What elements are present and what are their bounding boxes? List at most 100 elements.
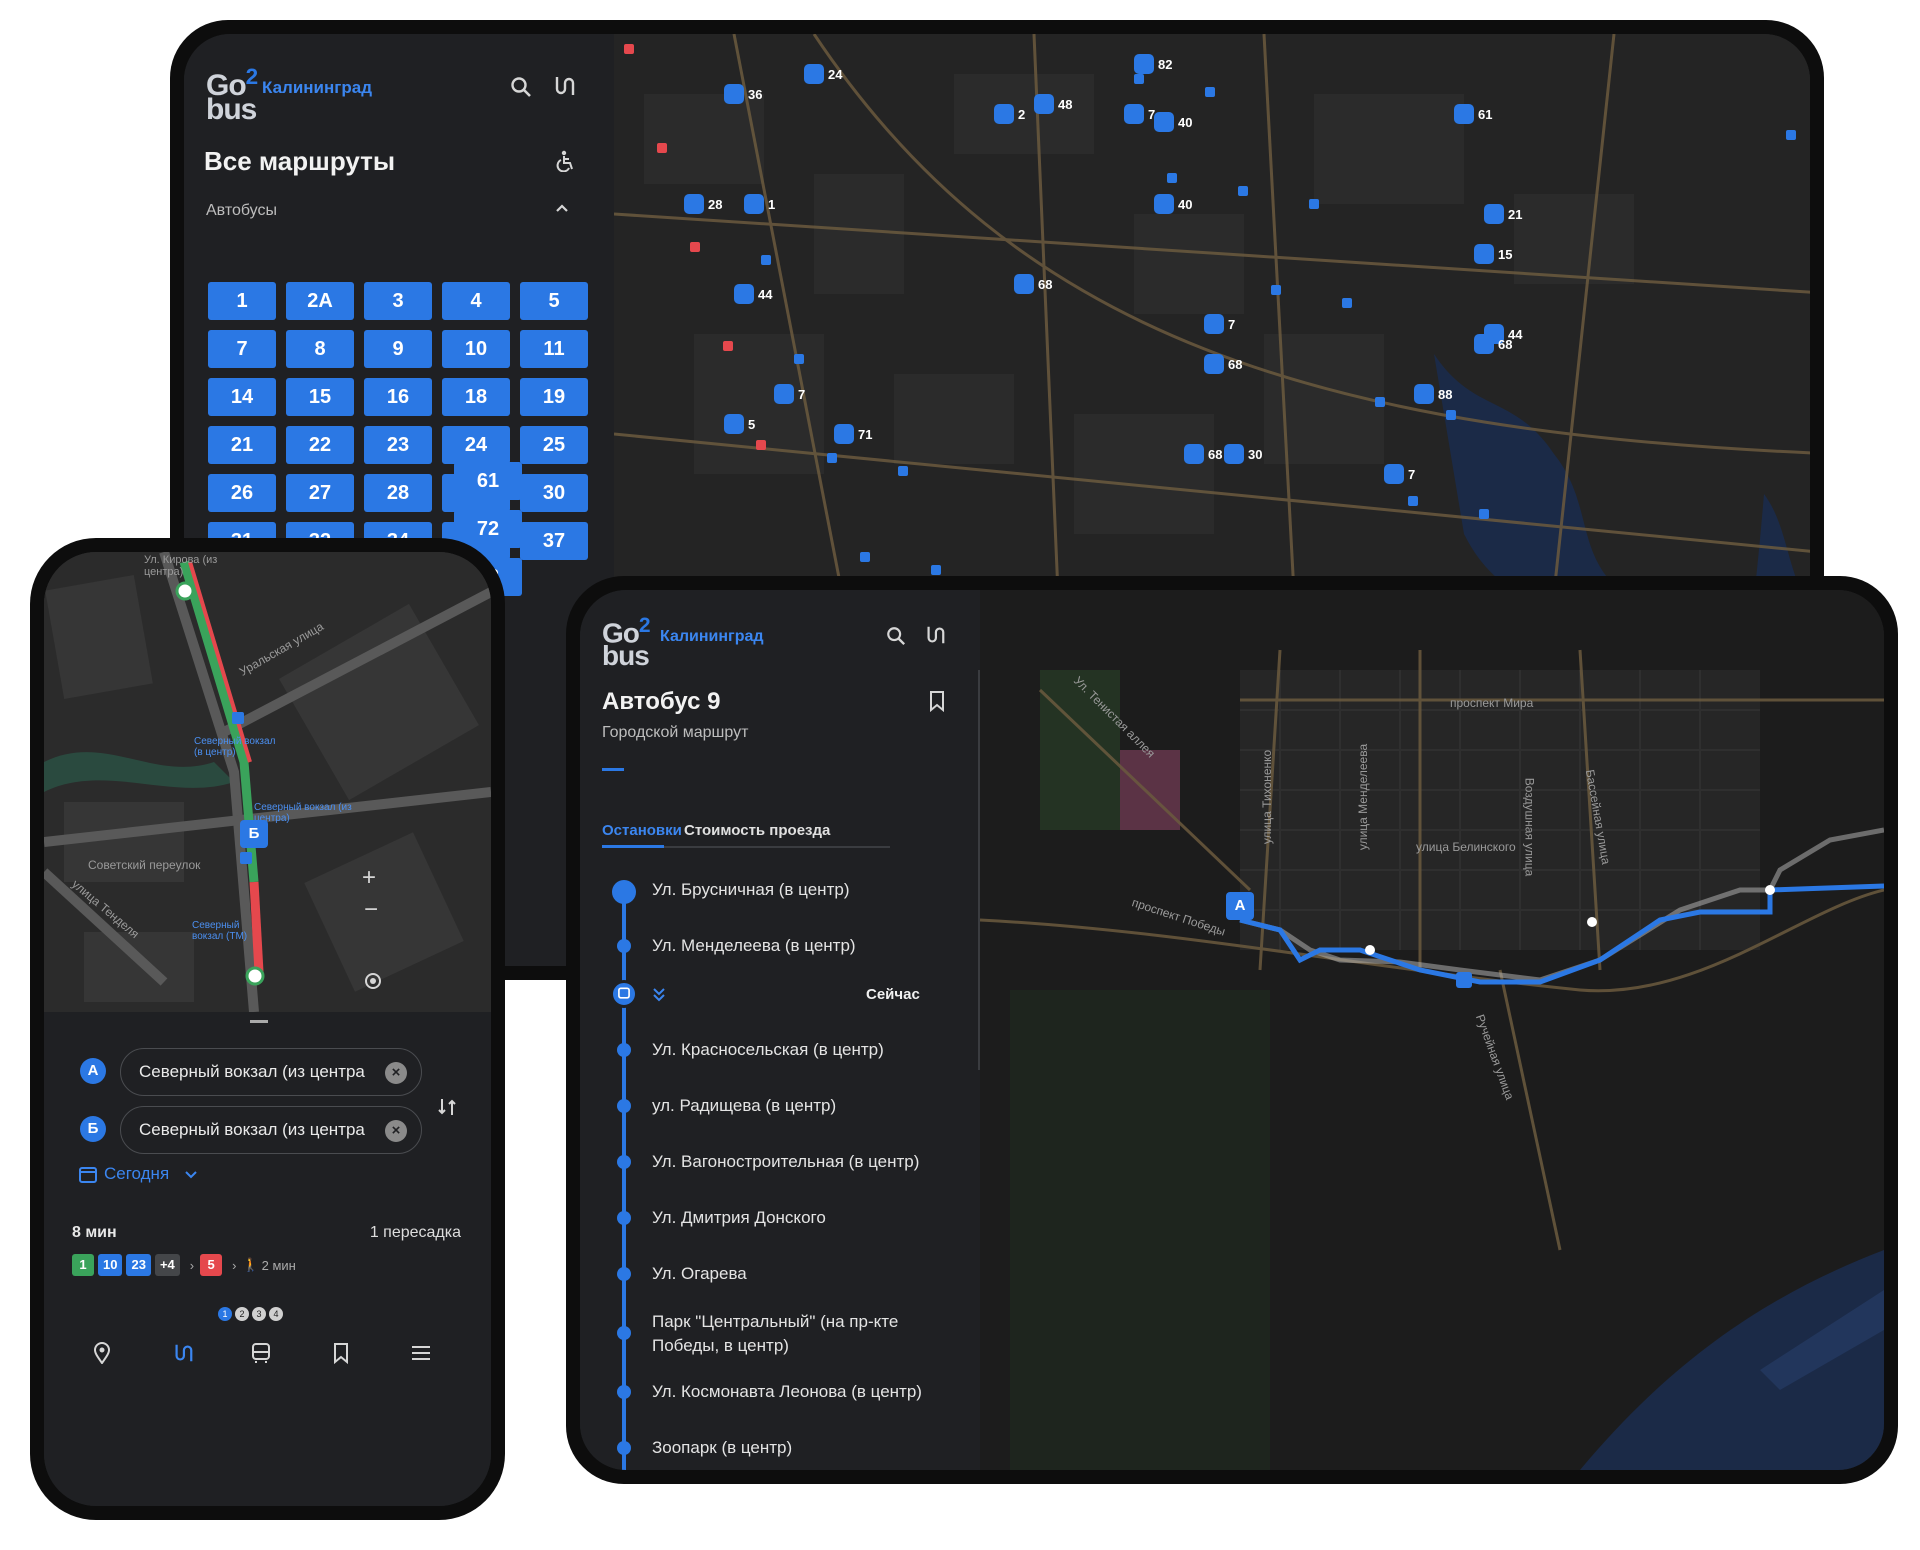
chevron-down-icon[interactable] xyxy=(184,1168,198,1182)
stop-item[interactable]: Ул. Менделеева (в центр) xyxy=(652,934,952,958)
bus-marker[interactable]: 68 xyxy=(1204,354,1242,374)
stop-marker[interactable] xyxy=(657,143,667,153)
bus-marker[interactable]: 15 xyxy=(1474,244,1512,264)
stop-marker[interactable] xyxy=(1408,496,1418,506)
nav-bus-icon[interactable] xyxy=(250,1342,272,1364)
route-button[interactable]: 11 xyxy=(520,330,588,368)
route-button[interactable]: 26 xyxy=(208,474,276,512)
route-button[interactable]: 3 xyxy=(364,282,432,320)
stop-marker[interactable] xyxy=(1375,397,1385,407)
stop-marker[interactable] xyxy=(1167,173,1177,183)
search-icon[interactable] xyxy=(886,626,906,646)
result-pager[interactable]: 1234 xyxy=(218,1304,286,1322)
route-button[interactable]: 10 xyxy=(442,330,510,368)
my-location-icon[interactable] xyxy=(362,970,384,992)
bus-marker[interactable]: 40 xyxy=(1154,112,1192,132)
bus-marker[interactable]: 7 xyxy=(774,384,805,404)
zoom-out-icon[interactable]: − xyxy=(364,896,378,924)
accessibility-icon[interactable] xyxy=(554,150,576,172)
route-button[interactable]: 4 xyxy=(442,282,510,320)
stop-marker[interactable] xyxy=(690,242,700,252)
bus-marker[interactable]: 71 xyxy=(834,424,872,444)
route-button[interactable]: 22 xyxy=(286,426,354,464)
route-planner-icon[interactable] xyxy=(924,624,946,646)
tab-stops[interactable]: Остановки xyxy=(602,822,682,839)
bus-marker[interactable]: 7 xyxy=(1384,464,1415,484)
stop-marker[interactable] xyxy=(1479,509,1489,519)
bus-marker[interactable]: 40 xyxy=(1154,194,1192,214)
stop-item[interactable]: Парк "Центральный" (на пр-кте Победы, в … xyxy=(652,1310,952,1358)
nav-menu-icon[interactable] xyxy=(410,1344,432,1362)
stop-marker[interactable] xyxy=(624,44,634,54)
bus-marker[interactable]: 36 xyxy=(724,84,762,104)
bus-marker[interactable]: 28 xyxy=(684,194,722,214)
expand-chevron-icon[interactable] xyxy=(652,986,666,1002)
stop-item[interactable]: ул. Радищева (в центр) xyxy=(652,1094,952,1118)
stop-item[interactable]: Ул. Огарева xyxy=(652,1262,952,1286)
nav-routes-icon[interactable] xyxy=(172,1342,194,1364)
route-button[interactable]: 18 xyxy=(442,378,510,416)
bus-marker[interactable]: 68 xyxy=(1014,274,1052,294)
route-planner-icon[interactable] xyxy=(552,74,576,98)
bookmark-icon[interactable] xyxy=(928,690,946,712)
pager-dot[interactable]: 2 xyxy=(235,1307,249,1321)
bus-marker[interactable]: 21 xyxy=(1484,204,1522,224)
bus-marker[interactable]: 7 xyxy=(1204,314,1235,334)
stop-marker[interactable] xyxy=(1205,87,1215,97)
bus-marker[interactable]: 48 xyxy=(1034,94,1072,114)
route-button[interactable]: 37 xyxy=(520,522,588,560)
bus-marker[interactable]: 88 xyxy=(1414,384,1452,404)
stop-marker[interactable] xyxy=(827,453,837,463)
city-selector[interactable]: Калининград xyxy=(660,628,764,646)
bus-marker[interactable]: 1 xyxy=(744,194,775,214)
route-button[interactable]: 19 xyxy=(520,378,588,416)
stop-marker[interactable] xyxy=(1238,186,1248,196)
bus-marker[interactable]: 68 xyxy=(1474,334,1512,354)
bus-marker[interactable]: 61 xyxy=(1454,104,1492,124)
stop-item[interactable]: Ул. Дмитрия Донского xyxy=(652,1206,952,1230)
stop-marker[interactable] xyxy=(723,341,733,351)
drag-handle[interactable] xyxy=(250,1020,268,1023)
route-button[interactable]: 28 xyxy=(364,474,432,512)
route-button[interactable]: 16 xyxy=(364,378,432,416)
from-input[interactable]: Северный вокзал (из центра × xyxy=(120,1048,422,1096)
stop-marker[interactable] xyxy=(1134,74,1144,84)
route-button[interactable]: 30 xyxy=(520,474,588,512)
pager-dot[interactable]: 3 xyxy=(252,1307,266,1321)
bus-marker[interactable]: 30 xyxy=(1224,444,1262,464)
go2bus-logo[interactable]: Go2 bus xyxy=(206,65,258,124)
stop-marker[interactable] xyxy=(1271,285,1281,295)
pager-dot[interactable]: 4 xyxy=(269,1307,283,1321)
bus-marker[interactable]: 5 xyxy=(724,414,755,434)
route-button[interactable]: 21 xyxy=(208,426,276,464)
bus-marker[interactable]: 2 xyxy=(994,104,1025,124)
route-button[interactable]: 5 xyxy=(520,282,588,320)
stop-item[interactable]: Зоопарк (в центр) xyxy=(652,1436,952,1460)
tab-fare[interactable]: Стоимость проезда xyxy=(684,822,830,839)
route-button[interactable]: 1 xyxy=(208,282,276,320)
go2bus-logo[interactable]: Go2 bus xyxy=(602,615,651,669)
route-button[interactable]: 8 xyxy=(286,330,354,368)
date-selector[interactable]: Сегодня xyxy=(104,1164,169,1184)
stop-marker[interactable] xyxy=(794,354,804,364)
bus-marker[interactable]: 7 xyxy=(1124,104,1155,124)
route-button[interactable]: 14 xyxy=(208,378,276,416)
stop-marker[interactable] xyxy=(860,552,870,562)
swap-icon[interactable] xyxy=(436,1096,458,1118)
stop-marker[interactable] xyxy=(1342,298,1352,308)
current-bus-icon[interactable] xyxy=(610,980,638,1008)
stop-item[interactable]: Ул. Космонавта Леонова (в центр) xyxy=(652,1380,952,1404)
chevron-up-icon[interactable] xyxy=(554,200,570,216)
zoom-in-icon[interactable]: + xyxy=(362,864,376,892)
search-icon[interactable] xyxy=(510,76,532,98)
bus-marker[interactable]: 68 xyxy=(1184,444,1222,464)
clear-from-icon[interactable]: × xyxy=(385,1062,407,1084)
point-a-marker[interactable]: А xyxy=(1226,892,1254,920)
route-button[interactable]: 25 xyxy=(520,426,588,464)
route-button[interactable]: 23 xyxy=(364,426,432,464)
point-b-marker[interactable]: Б xyxy=(240,820,268,848)
route-button[interactable]: 15 xyxy=(286,378,354,416)
stop-marker[interactable] xyxy=(1446,410,1456,420)
route-button[interactable]: 61 xyxy=(454,462,522,500)
nav-map-pin-icon[interactable] xyxy=(92,1342,112,1364)
